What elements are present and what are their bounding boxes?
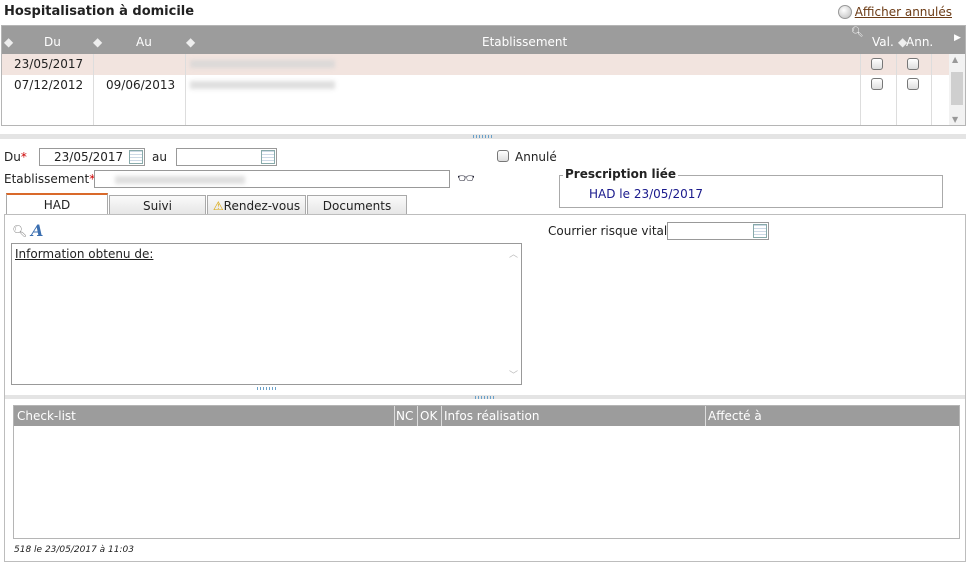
etablissement-blurred: [115, 176, 245, 184]
column-divider: [931, 54, 932, 125]
prescription-title: Prescription liée: [563, 167, 679, 181]
row-au: 09/06/2013: [106, 78, 176, 92]
column-ok[interactable]: OK: [420, 409, 437, 423]
scrollbar-thumb[interactable]: [951, 72, 963, 105]
horizontal-splitter[interactable]: [5, 395, 965, 399]
splitter-grip-icon[interactable]: [475, 396, 495, 399]
val-checkbox[interactable]: [871, 78, 883, 90]
tab-had[interactable]: HAD: [6, 193, 108, 215]
vertical-scrollbar[interactable]: ▲ ▼: [949, 54, 965, 125]
au-label: au: [152, 150, 167, 164]
sort-handle-icon[interactable]: ◆: [4, 35, 13, 49]
row-du: 07/12/2012: [14, 78, 84, 92]
etablissement-input[interactable]: [94, 170, 450, 188]
column-val[interactable]: Val.: [872, 35, 894, 49]
page-title: Hospitalisation à domicile: [4, 4, 195, 19]
font-format-icon[interactable]: A: [31, 221, 43, 240]
info-text: Information obtenu de:: [15, 247, 154, 261]
etablissement-label: Etablissement*: [4, 172, 96, 186]
etablissement-blurred: [190, 81, 335, 89]
annule-checkbox[interactable]: [497, 150, 509, 162]
column-nc[interactable]: NC: [396, 409, 413, 423]
info-textarea[interactable]: Information obtenu de: ︿ ﹀: [11, 243, 522, 385]
column-divider: [441, 406, 442, 426]
courrier-date-input[interactable]: [667, 222, 769, 240]
column-divider: [896, 54, 897, 125]
table-row[interactable]: 07/12/2012 09/06/2013: [2, 75, 949, 96]
du-date-input[interactable]: 23/05/2017: [39, 148, 145, 166]
zoom-icon[interactable]: 🔍︎: [12, 224, 27, 238]
table-row[interactable]: 23/05/2017: [2, 54, 949, 75]
warning-icon: ⚠: [212, 199, 224, 213]
val-checkbox[interactable]: [871, 58, 883, 70]
column-divider: [394, 406, 395, 426]
du-label: Du*: [4, 150, 27, 164]
tab-suivi[interactable]: Suivi: [109, 195, 206, 215]
scroll-up-icon[interactable]: ︿: [509, 247, 518, 260]
row-du: 23/05/2017: [14, 57, 84, 71]
show-cancelled-toggle[interactable]: Afficher annulés: [837, 5, 952, 19]
column-divider: [705, 406, 706, 426]
column-etablissement[interactable]: Etablissement: [482, 35, 567, 49]
column-divider: [185, 54, 186, 125]
scroll-down-icon[interactable]: ﹀: [509, 368, 518, 381]
scroll-up-icon[interactable]: ▲: [952, 55, 958, 64]
splitter-grip-icon[interactable]: [256, 387, 277, 390]
calendar-icon[interactable]: [753, 224, 767, 238]
hospitalisation-grid: ◆ Du ◆ Au ◆ Etablissement 🔍︎ ◆ Val. Ann.…: [1, 25, 966, 126]
horizontal-splitter[interactable]: [0, 134, 966, 139]
column-divider: [417, 406, 418, 426]
radio-icon[interactable]: [837, 5, 852, 19]
column-ann[interactable]: Ann.: [906, 35, 933, 49]
column-infos-realisation[interactable]: Infos réalisation: [444, 409, 539, 423]
checklist-grid: Check-list NC OK Infos réalisation Affec…: [13, 405, 960, 539]
au-date-input[interactable]: [176, 148, 277, 166]
annule-label: Annulé: [515, 150, 557, 164]
search-column-icon[interactable]: 🔍︎: [851, 27, 864, 38]
column-du[interactable]: Du: [44, 35, 61, 49]
status-footer: 518 le 23/05/2017 à 11:03: [14, 545, 134, 555]
column-divider: [93, 54, 94, 125]
checklist-header: Check-list NC OK Infos réalisation Affec…: [14, 406, 959, 426]
column-au[interactable]: Au: [136, 35, 152, 49]
tab-rendez-vous[interactable]: ⚠Rendez-vous: [207, 195, 306, 215]
column-check-list[interactable]: Check-list: [17, 409, 76, 423]
show-cancelled-link[interactable]: Afficher annulés: [855, 5, 952, 19]
tab-documents[interactable]: Documents: [307, 195, 407, 215]
courrier-label: Courrier risque vital: [548, 224, 668, 238]
column-menu-icon[interactable]: ▶: [954, 33, 961, 43]
ann-checkbox[interactable]: [907, 78, 919, 90]
binoculars-icon[interactable]: 👓︎: [457, 171, 475, 187]
column-affecte-a[interactable]: Affecté à: [708, 409, 762, 423]
sort-handle-icon[interactable]: ◆: [186, 35, 195, 49]
calendar-icon[interactable]: [261, 150, 275, 164]
ann-checkbox[interactable]: [907, 58, 919, 70]
scroll-down-icon[interactable]: ▼: [952, 115, 958, 124]
sort-handle-icon[interactable]: ◆: [93, 35, 102, 49]
etablissement-blurred: [190, 60, 335, 68]
splitter-grip-icon[interactable]: [473, 135, 493, 138]
column-divider: [860, 54, 861, 125]
grid-header: ◆ Du ◆ Au ◆ Etablissement 🔍︎ ◆ Val. Ann.…: [2, 26, 965, 54]
textarea-resize-handle[interactable]: [11, 386, 522, 391]
calendar-icon[interactable]: [129, 150, 143, 164]
